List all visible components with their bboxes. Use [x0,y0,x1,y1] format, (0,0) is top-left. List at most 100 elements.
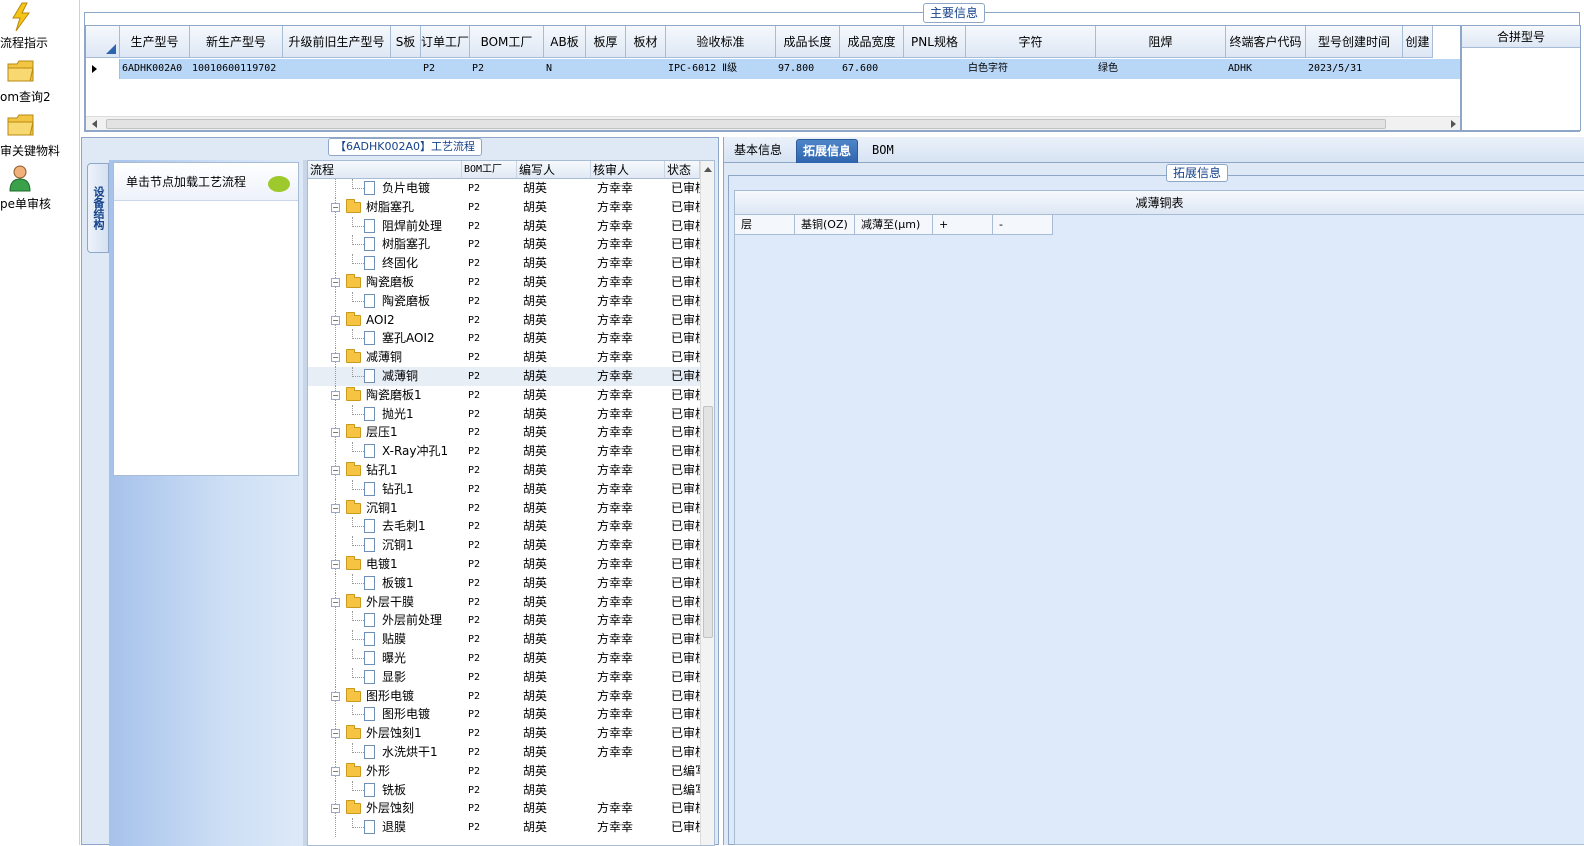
main-grid-cell[interactable]: 白色字符 [966,59,1096,79]
tree-node-label[interactable]: 电镀1 [366,555,398,574]
tree-node-label[interactable]: 图形电镀 [382,705,430,724]
tree-row[interactable]: − 陶瓷磨板1 P2 胡英 方幸幸 已审核 [308,385,701,405]
column-header-2[interactable]: 升级前旧生产型号 [283,26,391,58]
column-header-plus[interactable]: + [933,215,993,235]
tree-node-label[interactable]: 陶瓷磨板1 [366,386,422,405]
column-header-7[interactable]: 板厚 [586,26,626,58]
tree-row[interactable]: − 陶瓷磨板 P2 胡英 方幸幸 已审核 [308,273,701,292]
collapse-toggle-icon[interactable]: − [331,560,340,569]
tree-node-label[interactable]: 阻焊前处理 [382,217,442,236]
tree-row[interactable]: 减薄铜 P2 胡英 方幸幸 已审核 [308,367,701,386]
tree-node-label[interactable]: 树脂塞孔 [366,198,414,217]
tree-node-label[interactable]: 沉铜1 [366,499,398,518]
scroll-right-icon[interactable] [1446,117,1460,131]
tree-row[interactable]: − AOI2 P2 胡英 方幸幸 已审核 [308,310,701,330]
tree-row[interactable]: − 减薄铜 P2 胡英 方幸幸 已审核 [308,348,701,368]
main-grid-cell[interactable]: 10010600119702 [190,59,283,79]
horizontal-scroll-thumb[interactable] [106,119,1386,129]
column-header-10[interactable]: 成品长度 [776,26,840,58]
column-header-bom-factory[interactable]: BOM工厂 [462,161,517,179]
column-header-6[interactable]: AB板 [544,26,586,58]
tree-row[interactable]: 陶瓷磨板 P2 胡英 方幸幸 已审核 [308,291,701,311]
collapse-toggle-icon[interactable]: − [331,202,340,212]
tree-node-label[interactable]: X-Ray冲孔1 [382,442,448,461]
tree-row[interactable]: − 外形 P2 胡英 已编写 [308,761,701,781]
collapse-toggle-icon[interactable]: − [331,503,340,513]
column-header-14[interactable]: 阻焊 [1096,26,1226,58]
vertical-scroll-thumb[interactable] [703,406,713,638]
tree-row[interactable]: − 钻孔1 P2 胡英 方幸幸 已审核 [308,461,701,480]
tree-node-label[interactable]: 外层蚀刻 [366,799,414,818]
tree-row[interactable]: 抛光1 P2 胡英 方幸幸 已审核 [308,404,701,424]
tree-row[interactable]: 塞孔AOI2 P2 胡英 方幸幸 已审核 [308,329,701,349]
column-header-15[interactable]: 终端客户代码 [1226,26,1306,58]
collapse-toggle-icon[interactable]: − [331,390,340,400]
tree-node-label[interactable]: 陶瓷磨板 [366,273,414,292]
tree-row[interactable]: 沉铜1 P2 胡英 方幸幸 已审核 [308,536,701,556]
tree-row[interactable]: 水洗烘干1 P2 胡英 方幸幸 已审核 [308,743,701,762]
tree-node-label[interactable]: 外层前处理 [382,611,442,630]
main-grid-cell[interactable]: N [544,59,586,79]
column-header-0[interactable]: 生产型号 [120,26,190,58]
main-grid-cell[interactable]: 2023/5/31 [1306,59,1403,79]
main-grid-cell[interactable]: IPC-6012 Ⅱ级 [666,59,776,79]
main-grid-cell[interactable]: P2 [421,59,470,79]
tree-row[interactable]: 去毛刺1 P2 胡英 方幸幸 已审核 [308,517,701,537]
tree-row[interactable]: 显影 P2 胡英 方幸幸 已审核 [308,667,701,687]
tree-node-label[interactable]: 钻孔1 [366,461,398,480]
scroll-up-icon[interactable] [701,163,715,177]
column-header-8[interactable]: 板材 [626,26,666,58]
tree-node-label[interactable]: 外层蚀刻1 [366,724,422,743]
column-header-minus[interactable]: - [993,215,1053,235]
tree-node-label[interactable]: 曝光 [382,649,406,668]
tree-node-label[interactable]: 钻孔1 [382,480,414,499]
tree-row[interactable]: 退膜 P2 胡英 方幸幸 已审核 [308,818,701,838]
column-header-writer[interactable]: 编写人 [517,161,591,179]
collapse-toggle-icon[interactable]: − [331,691,340,701]
main-grid-cell[interactable] [586,59,626,79]
tree-row[interactable]: 钻孔1 P2 胡英 方幸幸 已审核 [308,479,701,499]
tree-row[interactable]: − 电镀1 P2 胡英 方幸幸 已审核 [308,555,701,574]
tree-node-label[interactable]: 抛光1 [382,405,414,424]
column-header-1[interactable]: 新生产型号 [190,26,283,58]
grid-corner[interactable] [86,26,120,58]
tree-node-label[interactable]: 终固化 [382,254,418,273]
tree-row[interactable]: 树脂塞孔 P2 胡英 方幸幸 已审核 [308,235,701,255]
scroll-left-icon[interactable] [88,117,102,131]
tree-node-label[interactable]: 板镀1 [382,574,414,593]
tree-row[interactable]: − 外层干膜 P2 胡英 方幸幸 已审核 [308,592,701,612]
row-indicator[interactable] [86,59,120,79]
column-header-13[interactable]: 字符 [966,26,1096,58]
tree-node-label[interactable]: 层压1 [366,423,398,442]
main-grid-cell[interactable]: P2 [470,59,544,79]
tree-row[interactable]: 终固化 P2 胡英 方幸幸 已审核 [308,254,701,274]
load-flow-box[interactable]: 单击节点加载工艺流程 [113,162,299,476]
tree-node-label[interactable]: 退膜 [382,818,406,837]
column-header-9[interactable]: 验收标准 [666,26,776,58]
column-header-status[interactable]: 状态 [665,161,700,179]
main-grid-cell[interactable] [391,59,421,79]
column-header-12[interactable]: PNL规格 [904,26,966,58]
column-header-4[interactable]: 订单工厂 [421,26,470,58]
column-header-base-copper[interactable]: 基铜(OZ) [795,215,855,235]
horizontal-scrollbar[interactable] [86,116,1460,131]
sidebar-item-pe-review[interactable]: pe单审核 [0,163,80,211]
tree-row[interactable]: 板镀1 P2 胡英 方幸幸 已审核 [308,573,701,593]
main-grid-cell[interactable]: 97.800 [776,59,840,79]
tree-row[interactable]: 外层前处理 P2 胡英 方幸幸 已审核 [308,611,701,631]
column-header-16[interactable]: 型号创建时间 [1306,26,1403,58]
main-grid-cell[interactable] [1403,59,1433,79]
tree-node-label[interactable]: 外形 [366,762,390,781]
sidebar-item-flow-instruction[interactable]: 流程指示 [0,2,80,50]
main-grid-cell[interactable]: 绿色 [1096,59,1226,79]
tree-row[interactable]: − 树脂塞孔 P2 胡英 方幸幸 已审核 [308,197,701,217]
tree-node-label[interactable]: 显影 [382,668,406,687]
tree-row[interactable]: 负片电镀 P2 胡英 方幸幸 已审核 [308,179,701,198]
column-header-17[interactable]: 创建 [1403,26,1433,58]
tree-row[interactable]: − 沉铜1 P2 胡英 方幸幸 已审核 [308,498,701,518]
tree-row[interactable]: − 外层蚀刻 P2 胡英 方幸幸 已审核 [308,799,701,819]
tab-extended-info[interactable]: 拓展信息 [796,139,859,163]
main-grid-cell[interactable] [283,59,391,79]
sidebar-item-key-material[interactable]: 审关键物料 [0,110,80,158]
collapse-toggle-icon[interactable]: − [331,729,340,739]
